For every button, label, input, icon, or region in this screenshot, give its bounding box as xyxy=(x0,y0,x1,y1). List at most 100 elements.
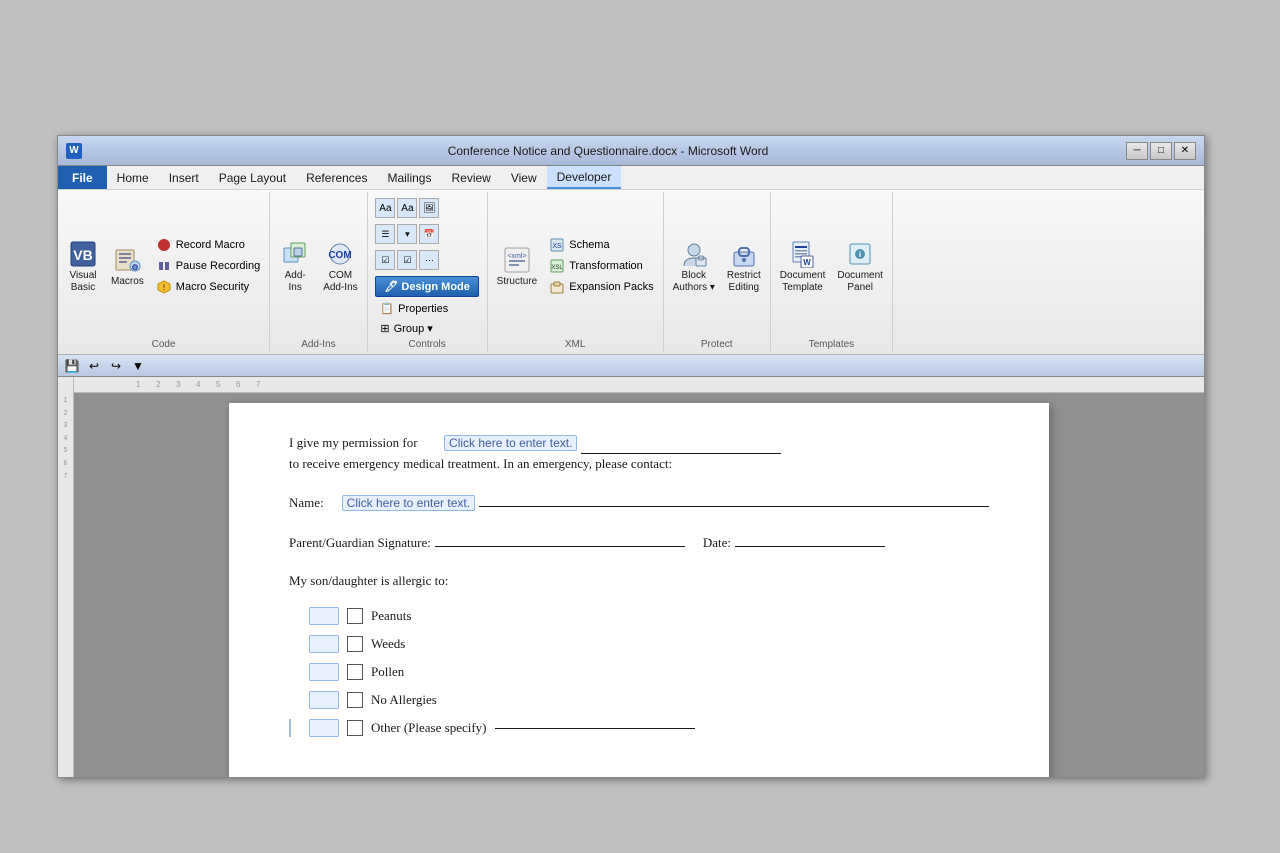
design-mode-button[interactable]: 🖊 Design Mode xyxy=(375,276,478,297)
close-button[interactable]: ✕ xyxy=(1174,142,1196,160)
minimize-button[interactable]: ─ xyxy=(1126,142,1148,160)
document-template-button[interactable]: W DocumentTemplate xyxy=(775,235,831,297)
block-authors-button[interactable]: BlockAuthors ▾ xyxy=(668,235,720,297)
structure-button[interactable]: <xml> Structure xyxy=(492,241,543,291)
pause-recording-icon xyxy=(156,258,172,274)
maximize-button[interactable]: □ xyxy=(1150,142,1172,160)
peanuts-content-control[interactable] xyxy=(309,607,339,625)
pollen-checkbox[interactable] xyxy=(347,664,363,680)
visual-basic-button[interactable]: VB VisualBasic xyxy=(62,235,104,297)
group-icon: ⊞ xyxy=(380,322,389,335)
save-quick-btn[interactable]: 💾 xyxy=(62,356,82,376)
menu-item-page-layout[interactable]: Page Layout xyxy=(209,166,296,189)
protect-group-label: Protect xyxy=(701,339,733,350)
com-add-ins-icon: COM xyxy=(324,238,356,270)
expansion-packs-button[interactable]: Expansion Packs xyxy=(544,277,658,297)
menu-item-insert[interactable]: Insert xyxy=(159,166,209,189)
undo-quick-btn[interactable]: ↩ xyxy=(84,356,104,376)
xml-group-content: <xml> Structure XS Schema xyxy=(492,194,659,337)
name-label: Name: xyxy=(289,495,324,511)
menu-item-developer[interactable]: Developer xyxy=(547,166,622,189)
weeds-label: Weeds xyxy=(371,636,405,652)
macro-security-label: Macro Security xyxy=(176,281,249,293)
schema-label: Schema xyxy=(569,239,609,251)
other-content-control[interactable] xyxy=(309,719,339,737)
page: I give my permission for Click here to e… xyxy=(229,403,1049,777)
weeds-content-control[interactable] xyxy=(309,635,339,653)
macros-label: Macros xyxy=(111,276,144,288)
menu-item-file[interactable]: File xyxy=(58,166,107,189)
control-text2-icon[interactable]: Aa xyxy=(397,198,417,218)
schema-button[interactable]: XS Schema xyxy=(544,235,658,255)
redo-quick-btn[interactable]: ↪ xyxy=(106,356,126,376)
permission-text: I give my permission for xyxy=(289,435,418,450)
group-label: Group ▾ xyxy=(394,322,433,335)
menu-item-view[interactable]: View xyxy=(501,166,547,189)
pause-recording-button[interactable]: Pause Recording xyxy=(151,256,265,276)
no-allergies-checkbox[interactable] xyxy=(347,692,363,708)
macro-security-button[interactable]: ! Macro Security xyxy=(151,277,265,297)
control-combo-icon[interactable]: ☰ xyxy=(375,224,395,244)
permission-control[interactable]: Click here to enter text. xyxy=(444,435,577,451)
group-button[interactable]: ⊞ Group ▾ xyxy=(375,320,437,337)
menu-item-review[interactable]: Review xyxy=(441,166,500,189)
visual-basic-icon: VB xyxy=(67,238,99,270)
expansion-packs-icon xyxy=(549,279,565,295)
peanuts-checkbox[interactable] xyxy=(347,608,363,624)
restrict-editing-button[interactable]: RestrictEditing xyxy=(722,235,766,297)
ruler-left: 1234567 xyxy=(58,377,74,777)
control-date-icon[interactable]: 📅 xyxy=(419,224,439,244)
date-label: Date: xyxy=(703,535,731,551)
control-check-icon[interactable]: ☑ xyxy=(375,250,395,270)
com-add-ins-button[interactable]: COM COMAdd-Ins xyxy=(318,235,362,297)
transformation-icon: XSL xyxy=(549,258,565,274)
word-window: W Conference Notice and Questionnaire.do… xyxy=(57,135,1205,778)
menu-item-mailings[interactable]: Mailings xyxy=(377,166,441,189)
properties-button[interactable]: 📋 Properties xyxy=(375,300,453,317)
no-allergies-content-control[interactable] xyxy=(309,691,339,709)
customize-quick-btn[interactable]: ▼ xyxy=(128,356,148,376)
transformation-button[interactable]: XSL Transformation xyxy=(544,256,658,276)
menu-item-home[interactable]: Home xyxy=(107,166,159,189)
macros-icon: ⚙ xyxy=(111,244,143,276)
control-more-icon[interactable]: ⋯ xyxy=(419,250,439,270)
record-macro-label: Record Macro xyxy=(176,239,245,251)
document-panel-button[interactable]: i DocumentPanel xyxy=(832,235,888,297)
control-dropdown-icon[interactable]: ▾ xyxy=(397,224,417,244)
weeds-checkbox[interactable] xyxy=(347,636,363,652)
controls-group-content: Aa Aa 🖼 ☰ ▾ 📅 ☑ ☑ ⋯ 🖊 Design Mode 📋 xyxy=(375,194,478,337)
title-bar-text: Conference Notice and Questionnaire.docx… xyxy=(90,144,1126,158)
checkbox-peanuts: Peanuts xyxy=(289,607,989,625)
pollen-content-control[interactable] xyxy=(309,663,339,681)
control-image-icon[interactable]: 🖼 xyxy=(419,198,439,218)
title-bar: W Conference Notice and Questionnaire.do… xyxy=(58,136,1204,166)
ruler-top-container: 1 2 3 4 5 6 7 I give my permission for C… xyxy=(74,377,1204,777)
name-control[interactable]: Click here to enter text. xyxy=(342,495,475,511)
code-small-buttons: Record Macro Pause Recording xyxy=(151,235,265,297)
svg-text:COM: COM xyxy=(329,250,352,261)
macros-button[interactable]: ⚙ Macros xyxy=(106,241,149,291)
control-text-icon[interactable]: Aa xyxy=(375,198,395,218)
svg-text:XSL: XSL xyxy=(552,265,564,271)
other-label: Other (Please specify) xyxy=(371,720,487,736)
document-area: 1234567 1 2 3 4 5 6 7 I give my permissi… xyxy=(58,377,1204,777)
restrict-editing-label: RestrictEditing xyxy=(727,270,761,294)
other-checkbox[interactable] xyxy=(347,720,363,736)
record-macro-button[interactable]: Record Macro xyxy=(151,235,265,255)
menu-item-references[interactable]: References xyxy=(296,166,377,189)
svg-text:⚙: ⚙ xyxy=(132,263,139,272)
add-ins-button[interactable]: Add-Ins xyxy=(274,235,316,297)
svg-text:VB: VB xyxy=(73,247,92,263)
ribbon-group-templates: W DocumentTemplate i DocumentPanel xyxy=(771,192,893,352)
peanuts-label: Peanuts xyxy=(371,608,411,624)
svg-text:XS: XS xyxy=(553,243,563,250)
svg-text:<xml>: <xml> xyxy=(507,253,526,260)
control-check2-icon[interactable]: ☑ xyxy=(397,250,417,270)
doc-scroll-area[interactable]: I give my permission for Click here to e… xyxy=(74,393,1204,777)
checkbox-other: Other (Please specify) xyxy=(289,719,989,737)
date-underline xyxy=(735,531,885,547)
controls-group-label: Controls xyxy=(409,339,446,350)
allergy-intro: My son/daughter is allergic to: xyxy=(289,571,989,592)
document-template-icon: W xyxy=(787,238,819,270)
properties-label: Properties xyxy=(398,303,448,315)
